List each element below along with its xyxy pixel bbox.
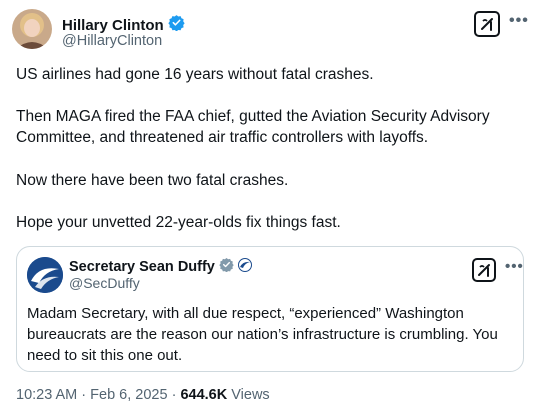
tweet: Hillary Clinton @HillaryClinton ••• US a… bbox=[0, 0, 556, 417]
tweet-paragraph-4: Hope your unvetted 22-year-olds fix thin… bbox=[16, 214, 341, 231]
quote-verified-badge-icon bbox=[219, 257, 234, 277]
quote-line-2: bureaucrats are the reason our nation’s … bbox=[27, 326, 498, 343]
quote-display-name[interactable]: Secretary Sean Duffy bbox=[69, 259, 215, 275]
dot-affiliation-icon[interactable] bbox=[237, 257, 252, 277]
quote-text: Madam Secretary, with all due respect, “… bbox=[27, 303, 521, 366]
footer-separator: · bbox=[77, 387, 91, 403]
tweet-paragraph-2-line-2: Committee, and threatened air traffic co… bbox=[16, 129, 429, 146]
views-label: Views bbox=[227, 387, 270, 403]
quoted-tweet-card[interactable]: Secretary Sean Duffy @SecDuffy ••• Madam… bbox=[16, 246, 524, 372]
author-handle[interactable]: @HillaryClinton bbox=[62, 33, 162, 49]
tweet-paragraph-1: US airlines had gone 16 years without fa… bbox=[16, 66, 374, 83]
quote-author-avatar[interactable] bbox=[27, 257, 63, 293]
quote-name-row: Secretary Sean Duffy bbox=[69, 257, 252, 277]
author-display-name[interactable]: Hillary Clinton bbox=[62, 17, 164, 34]
quote-grok-icon[interactable] bbox=[472, 258, 496, 282]
quote-more-icon[interactable]: ••• bbox=[505, 258, 524, 275]
more-icon[interactable]: ••• bbox=[509, 12, 529, 30]
author-avatar[interactable] bbox=[12, 9, 52, 49]
grok-icon[interactable] bbox=[474, 11, 500, 37]
tweet-paragraph-2-line-1: Then MAGA fired the FAA chief, gutted th… bbox=[16, 108, 490, 125]
quote-line-3: need to sit this one out. bbox=[27, 347, 183, 364]
quote-handle[interactable]: @SecDuffy bbox=[69, 275, 140, 291]
quote-line-1: Madam Secretary, with all due respect, “… bbox=[27, 305, 464, 322]
timestamp-date[interactable]: Feb 6, 2025 bbox=[90, 387, 167, 403]
footer-separator-2: · bbox=[167, 387, 181, 403]
tweet-footer: 10:23 AM · Feb 6, 2025 · 644.6K Views bbox=[16, 387, 270, 403]
verified-badge-icon bbox=[168, 14, 185, 36]
timestamp-time[interactable]: 10:23 AM bbox=[16, 387, 77, 403]
tweet-paragraph-3: Now there have been two fatal crashes. bbox=[16, 172, 289, 189]
views-count[interactable]: 644.6K bbox=[180, 387, 227, 403]
